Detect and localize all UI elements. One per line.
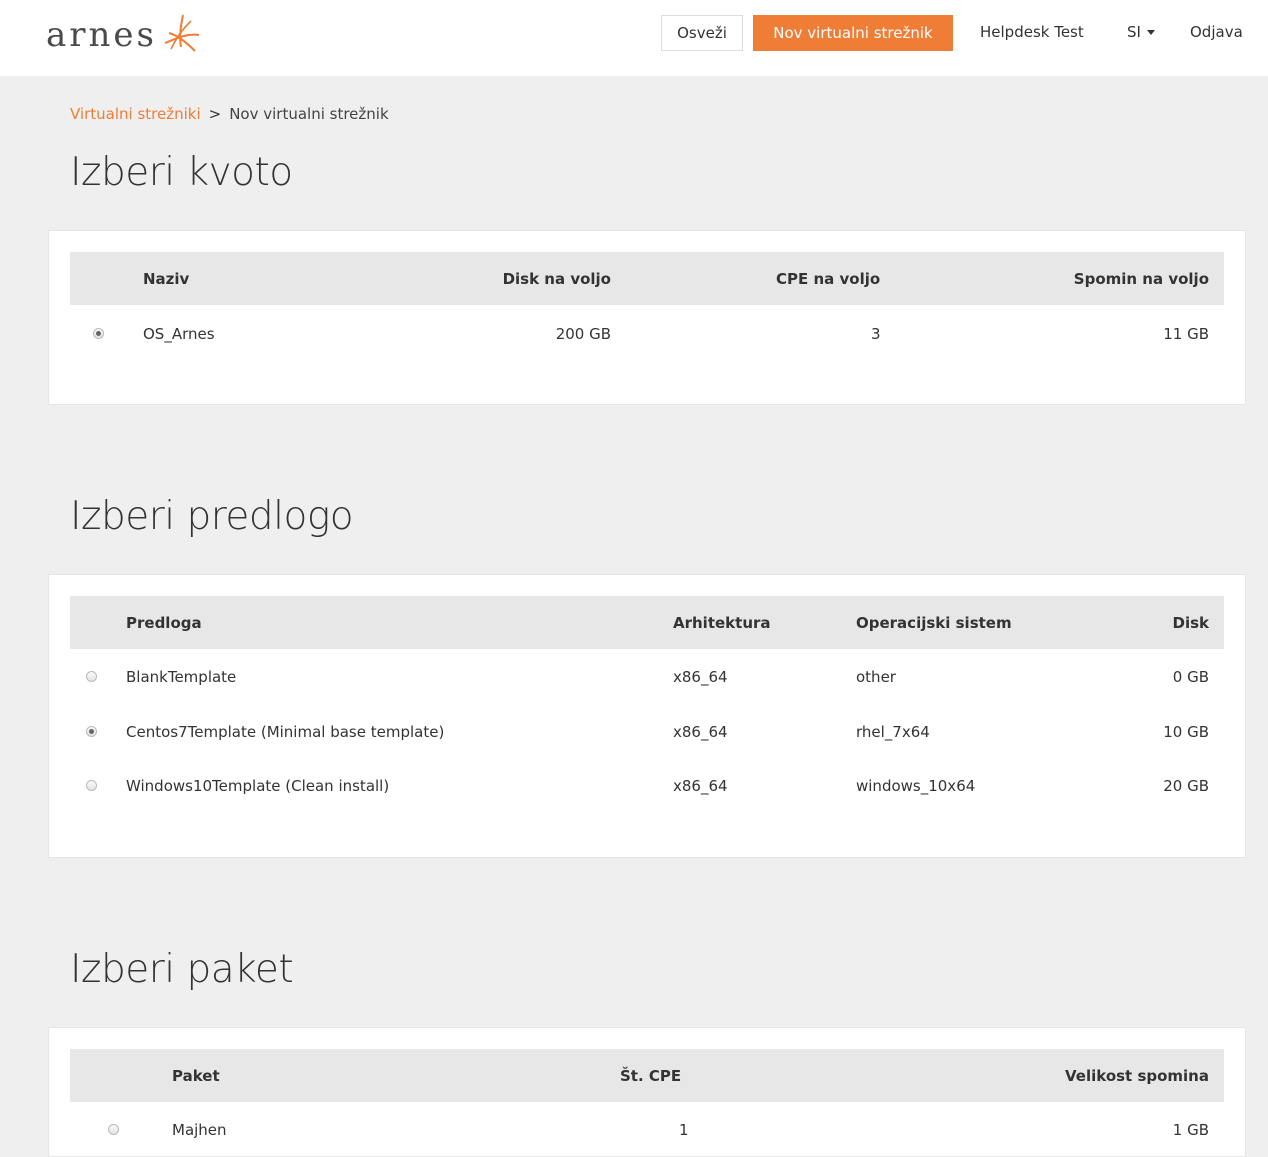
caret-down-icon xyxy=(1146,30,1155,35)
template-header-os: Operacijski sistem xyxy=(856,614,1012,632)
user-link[interactable]: Helpdesk Test xyxy=(980,23,1084,41)
quota-panel: Naziv Disk na voljo CPE na voljo Spomin … xyxy=(48,230,1246,405)
logout-link[interactable]: Odjava xyxy=(1190,23,1243,41)
quota-header-name: Naziv xyxy=(143,270,190,288)
template-disk-cell: 0 GB xyxy=(1172,668,1209,686)
quota-header-cpu: CPE na voljo xyxy=(776,270,881,288)
template-header-name: Predloga xyxy=(126,614,202,632)
template-panel: Predloga Arhitektura Operacijski sistem … xyxy=(48,574,1246,858)
breadcrumb-separator: > xyxy=(208,105,222,123)
template-arch-cell: x86_64 xyxy=(673,723,728,741)
package-header-name: Paket xyxy=(172,1067,220,1085)
template-arch-cell: x86_64 xyxy=(673,668,728,686)
quota-memory-cell: 11 GB xyxy=(1163,325,1209,343)
template-name-cell: Centos7Template (Minimal base template) xyxy=(126,723,445,741)
breadcrumb-virtual-servers-link[interactable]: Virtualni strežniki xyxy=(70,105,201,123)
quota-header-disk: Disk na voljo xyxy=(502,270,611,288)
logo-text: arnes xyxy=(46,15,157,55)
template-radio-windows10[interactable] xyxy=(86,780,97,791)
template-radio-blank[interactable] xyxy=(86,671,97,682)
quota-table-header: Naziv Disk na voljo CPE na voljo Spomin … xyxy=(70,252,1224,305)
template-name-cell: BlankTemplate xyxy=(126,668,237,686)
quota-cpu-cell: 3 xyxy=(871,325,881,343)
package-name-cell: Majhen xyxy=(172,1121,227,1139)
package-panel: Paket Št. CPE Velikost spomina Majhen 1 … xyxy=(48,1027,1246,1157)
breadcrumb-current: Nov virtualni strežnik xyxy=(229,105,389,123)
top-navbar: arnes Osveži Nov virtualni strežnik Help… xyxy=(0,0,1268,76)
template-header-disk: Disk xyxy=(1172,614,1210,632)
quota-disk-cell: 200 GB xyxy=(555,325,611,343)
package-section-title: Izberi paket xyxy=(70,947,294,992)
template-name-cell: Windows10Template (Clean install) xyxy=(126,777,390,795)
package-header-cpu: Št. CPE xyxy=(620,1067,682,1085)
quota-section-title: Izberi kvoto xyxy=(70,150,293,195)
template-header-arch: Arhitektura xyxy=(673,614,771,632)
template-disk-cell: 20 GB xyxy=(1163,777,1209,795)
template-os-cell: other xyxy=(856,668,896,686)
quota-name-cell: OS_Arnes xyxy=(143,325,215,343)
language-label: SI xyxy=(1127,23,1141,41)
logo-mark-icon xyxy=(164,14,200,52)
package-radio-majhen[interactable] xyxy=(108,1124,119,1135)
template-arch-cell: x86_64 xyxy=(673,777,728,795)
package-header-memory: Velikost spomina xyxy=(1065,1067,1209,1085)
template-os-cell: windows_10x64 xyxy=(856,777,976,795)
template-table-header: Predloga Arhitektura Operacijski sistem … xyxy=(70,596,1224,649)
quota-radio-os-arnes[interactable] xyxy=(93,328,104,339)
quota-header-memory: Spomin na voljo xyxy=(1073,270,1209,288)
new-virtual-server-button[interactable]: Nov virtualni strežnik xyxy=(753,15,953,51)
language-dropdown[interactable]: SI xyxy=(1127,23,1155,41)
package-table-header: Paket Št. CPE Velikost spomina xyxy=(70,1049,1224,1102)
arnes-logo[interactable]: arnes xyxy=(46,10,203,60)
breadcrumb: Virtualni strežniki > Nov virtualni strežn… xyxy=(70,105,389,123)
template-disk-cell: 10 GB xyxy=(1163,723,1209,741)
template-radio-centos7[interactable] xyxy=(86,726,97,737)
package-cpu-cell: 1 xyxy=(679,1121,689,1139)
package-memory-cell: 1 GB xyxy=(1172,1121,1209,1139)
template-section-title: Izberi predlogo xyxy=(70,494,354,539)
template-os-cell: rhel_7x64 xyxy=(856,723,930,741)
refresh-button[interactable]: Osveži xyxy=(661,15,743,51)
